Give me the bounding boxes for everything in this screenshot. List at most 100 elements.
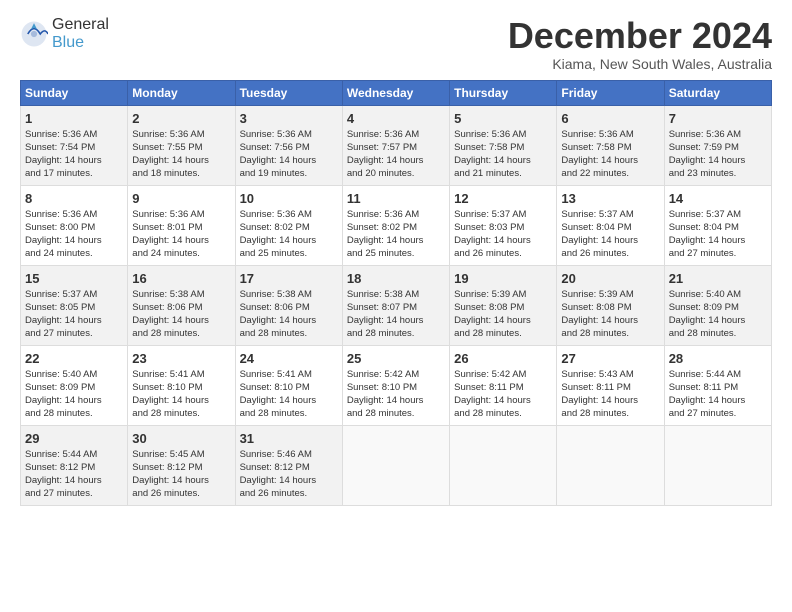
sunset-label: Sunset: 8:12 PM (240, 462, 310, 473)
daylight-detail: and 17 minutes. (25, 168, 93, 179)
day-cell (342, 425, 449, 505)
sunrise-label: Sunrise: 5:39 AM (561, 289, 633, 300)
header-cell-friday: Friday (557, 80, 664, 105)
month-title: December 2024 (508, 16, 772, 56)
daylight-label: Daylight: 14 hours (25, 235, 102, 246)
daylight-label: Daylight: 14 hours (454, 315, 531, 326)
daylight-detail: and 28 minutes. (240, 408, 308, 419)
sunset-label: Sunset: 8:02 PM (240, 222, 310, 233)
sunrise-label: Sunrise: 5:37 AM (561, 209, 633, 220)
day-cell: 2Sunrise: 5:36 AMSunset: 7:55 PMDaylight… (128, 105, 235, 185)
day-cell: 15Sunrise: 5:37 AMSunset: 8:05 PMDayligh… (21, 265, 128, 345)
sunrise-label: Sunrise: 5:40 AM (669, 289, 741, 300)
daylight-label: Daylight: 14 hours (454, 235, 531, 246)
daylight-detail: and 28 minutes. (561, 408, 629, 419)
calendar-table: SundayMondayTuesdayWednesdayThursdayFrid… (20, 80, 772, 506)
sunrise-label: Sunrise: 5:36 AM (347, 129, 419, 140)
daylight-detail: and 23 minutes. (669, 168, 737, 179)
day-number: 23 (132, 350, 230, 368)
day-number: 20 (561, 270, 659, 288)
day-number: 29 (25, 430, 123, 448)
week-row-4: 22Sunrise: 5:40 AMSunset: 8:09 PMDayligh… (21, 345, 772, 425)
sunrise-label: Sunrise: 5:37 AM (454, 209, 526, 220)
sunrise-label: Sunrise: 5:46 AM (240, 449, 312, 460)
day-cell: 17Sunrise: 5:38 AMSunset: 8:06 PMDayligh… (235, 265, 342, 345)
daylight-label: Daylight: 14 hours (132, 395, 209, 406)
day-cell: 11Sunrise: 5:36 AMSunset: 8:02 PMDayligh… (342, 185, 449, 265)
day-number: 13 (561, 190, 659, 208)
logo: General Blue (20, 16, 109, 51)
header-cell-tuesday: Tuesday (235, 80, 342, 105)
sunset-label: Sunset: 7:54 PM (25, 142, 95, 153)
sunset-label: Sunset: 7:56 PM (240, 142, 310, 153)
sunset-label: Sunset: 8:05 PM (25, 302, 95, 313)
sunset-label: Sunset: 7:59 PM (669, 142, 739, 153)
day-number: 26 (454, 350, 552, 368)
day-cell: 3Sunrise: 5:36 AMSunset: 7:56 PMDaylight… (235, 105, 342, 185)
day-cell: 29Sunrise: 5:44 AMSunset: 8:12 PMDayligh… (21, 425, 128, 505)
day-number: 14 (669, 190, 767, 208)
day-number: 3 (240, 110, 338, 128)
day-cell: 7Sunrise: 5:36 AMSunset: 7:59 PMDaylight… (664, 105, 771, 185)
header-cell-thursday: Thursday (450, 80, 557, 105)
daylight-label: Daylight: 14 hours (240, 315, 317, 326)
location: Kiama, New South Wales, Australia (508, 56, 772, 72)
daylight-detail: and 28 minutes. (454, 408, 522, 419)
sunset-label: Sunset: 8:11 PM (561, 382, 631, 393)
sunrise-label: Sunrise: 5:38 AM (132, 289, 204, 300)
daylight-detail: and 27 minutes. (25, 488, 93, 499)
daylight-label: Daylight: 14 hours (25, 395, 102, 406)
day-number: 22 (25, 350, 123, 368)
day-cell: 22Sunrise: 5:40 AMSunset: 8:09 PMDayligh… (21, 345, 128, 425)
daylight-detail: and 21 minutes. (454, 168, 522, 179)
day-number: 30 (132, 430, 230, 448)
sunrise-label: Sunrise: 5:41 AM (132, 369, 204, 380)
sunset-label: Sunset: 8:11 PM (454, 382, 524, 393)
sunrise-label: Sunrise: 5:36 AM (561, 129, 633, 140)
day-cell: 27Sunrise: 5:43 AMSunset: 8:11 PMDayligh… (557, 345, 664, 425)
calendar-header: SundayMondayTuesdayWednesdayThursdayFrid… (21, 80, 772, 105)
sunset-label: Sunset: 8:06 PM (240, 302, 310, 313)
daylight-detail: and 28 minutes. (240, 328, 308, 339)
daylight-detail: and 24 minutes. (25, 248, 93, 259)
sunset-label: Sunset: 7:57 PM (347, 142, 417, 153)
day-cell: 30Sunrise: 5:45 AMSunset: 8:12 PMDayligh… (128, 425, 235, 505)
sunset-label: Sunset: 8:09 PM (25, 382, 95, 393)
sunset-label: Sunset: 8:03 PM (454, 222, 524, 233)
sunrise-label: Sunrise: 5:44 AM (25, 449, 97, 460)
day-cell: 8Sunrise: 5:36 AMSunset: 8:00 PMDaylight… (21, 185, 128, 265)
sunset-label: Sunset: 8:07 PM (347, 302, 417, 313)
header-cell-sunday: Sunday (21, 80, 128, 105)
day-number: 6 (561, 110, 659, 128)
daylight-detail: and 28 minutes. (25, 408, 93, 419)
daylight-detail: and 25 minutes. (347, 248, 415, 259)
daylight-label: Daylight: 14 hours (561, 155, 638, 166)
daylight-label: Daylight: 14 hours (454, 155, 531, 166)
daylight-label: Daylight: 14 hours (25, 475, 102, 486)
daylight-detail: and 19 minutes. (240, 168, 308, 179)
daylight-label: Daylight: 14 hours (240, 155, 317, 166)
calendar-body: 1Sunrise: 5:36 AMSunset: 7:54 PMDaylight… (21, 105, 772, 505)
sunset-label: Sunset: 8:08 PM (454, 302, 524, 313)
day-cell: 10Sunrise: 5:36 AMSunset: 8:02 PMDayligh… (235, 185, 342, 265)
day-cell: 21Sunrise: 5:40 AMSunset: 8:09 PMDayligh… (664, 265, 771, 345)
day-cell: 6Sunrise: 5:36 AMSunset: 7:58 PMDaylight… (557, 105, 664, 185)
day-number: 16 (132, 270, 230, 288)
daylight-label: Daylight: 14 hours (561, 395, 638, 406)
daylight-detail: and 22 minutes. (561, 168, 629, 179)
day-number: 5 (454, 110, 552, 128)
day-cell: 24Sunrise: 5:41 AMSunset: 8:10 PMDayligh… (235, 345, 342, 425)
day-cell: 25Sunrise: 5:42 AMSunset: 8:10 PMDayligh… (342, 345, 449, 425)
day-number: 15 (25, 270, 123, 288)
sunset-label: Sunset: 7:55 PM (132, 142, 202, 153)
sunrise-label: Sunrise: 5:36 AM (25, 129, 97, 140)
week-row-1: 1Sunrise: 5:36 AMSunset: 7:54 PMDaylight… (21, 105, 772, 185)
day-cell: 26Sunrise: 5:42 AMSunset: 8:11 PMDayligh… (450, 345, 557, 425)
day-number: 24 (240, 350, 338, 368)
daylight-label: Daylight: 14 hours (561, 315, 638, 326)
header-cell-wednesday: Wednesday (342, 80, 449, 105)
sunset-label: Sunset: 8:10 PM (240, 382, 310, 393)
day-cell: 28Sunrise: 5:44 AMSunset: 8:11 PMDayligh… (664, 345, 771, 425)
day-cell: 14Sunrise: 5:37 AMSunset: 8:04 PMDayligh… (664, 185, 771, 265)
sunrise-label: Sunrise: 5:45 AM (132, 449, 204, 460)
